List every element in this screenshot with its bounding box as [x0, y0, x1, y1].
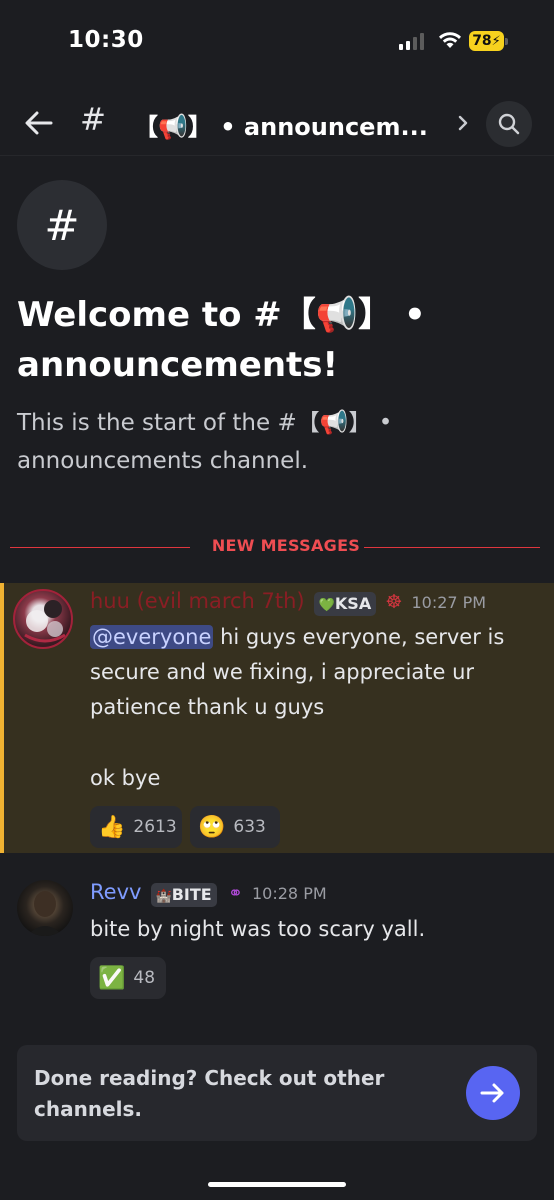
channel-name[interactable]: 【📢】 • announcem...	[134, 107, 434, 142]
role-tag-label: BITE	[171, 884, 212, 904]
avatar[interactable]	[17, 880, 73, 936]
battery-icon: 78 ⚡	[469, 31, 509, 51]
channel-hash-large-icon: #	[17, 180, 107, 270]
username[interactable]: huu (evil march 7th)	[90, 589, 305, 613]
message-text-line2: ok bye	[90, 766, 161, 790]
home-indicator[interactable]	[208, 1182, 346, 1187]
everyone-mention[interactable]: @everyone	[90, 625, 214, 649]
reaction-eye-roll[interactable]: 🙄 633	[190, 806, 280, 848]
castle-icon: 🏰	[155, 888, 172, 904]
done-reading-card: Done reading? Check out other channels.	[17, 1045, 537, 1141]
search-icon	[498, 113, 520, 135]
server-badge-icon: ☸	[385, 591, 403, 613]
check-mark-icon: ✅	[98, 965, 126, 991]
chevron-right-icon[interactable]	[454, 110, 472, 136]
channel-hash-icon: #	[80, 102, 106, 138]
back-button[interactable]	[22, 106, 56, 140]
channel-header: # 【📢】 • announcem...	[0, 92, 554, 156]
arrow-right-icon	[480, 1083, 504, 1103]
server-badge-icon: ⚭	[227, 883, 243, 904]
welcome-subtitle: This is the start of the #【📢】 • announce…	[17, 410, 393, 474]
eye-roll-icon: 🙄	[198, 814, 226, 840]
username[interactable]: Revv	[90, 880, 141, 904]
cellular-signal-icon	[399, 32, 425, 50]
reaction-count: 633	[233, 817, 266, 837]
new-messages-label: NEW MESSAGES	[211, 536, 361, 555]
role-tag[interactable]: 🏰BITE	[150, 882, 217, 907]
battery-level: 78	[472, 33, 492, 49]
heart-icon: 💚	[318, 597, 335, 613]
reaction-check[interactable]: ✅ 48	[90, 957, 166, 999]
role-tag[interactable]: 💚KSA	[313, 591, 377, 616]
role-tag-label: KSA	[334, 593, 372, 613]
status-time: 10:30	[68, 27, 144, 53]
next-channel-button[interactable]	[466, 1066, 520, 1120]
thumbs-up-icon: 👍	[98, 814, 126, 840]
avatar[interactable]	[13, 589, 73, 649]
message-header: huu (evil march 7th) 💚KSA ☸ 10:27 PM	[90, 589, 550, 616]
timestamp: 10:28 PM	[252, 884, 327, 903]
reaction-count: 2613	[133, 817, 177, 837]
reaction-thumbs-up[interactable]: 👍 2613	[90, 806, 182, 848]
timestamp: 10:27 PM	[411, 593, 487, 612]
message-body: @everyone hi guys everyone, server is se…	[90, 620, 530, 725]
message-header: Revv 🏰BITE ⚭ 10:28 PM	[90, 880, 550, 907]
reaction-count: 48	[133, 968, 156, 988]
search-button[interactable]	[486, 101, 532, 147]
wifi-icon	[438, 30, 462, 50]
done-reading-text: Done reading? Check out other channels.	[34, 1066, 385, 1121]
welcome-title: Welcome to #【📢】 • announcements!	[17, 295, 426, 385]
message-text: bite by night was too scary yall.	[90, 917, 426, 941]
arrow-left-icon	[25, 111, 53, 135]
status-bar: 10:30 78 ⚡	[0, 0, 554, 86]
new-messages-divider: NEW MESSAGES	[10, 536, 540, 560]
